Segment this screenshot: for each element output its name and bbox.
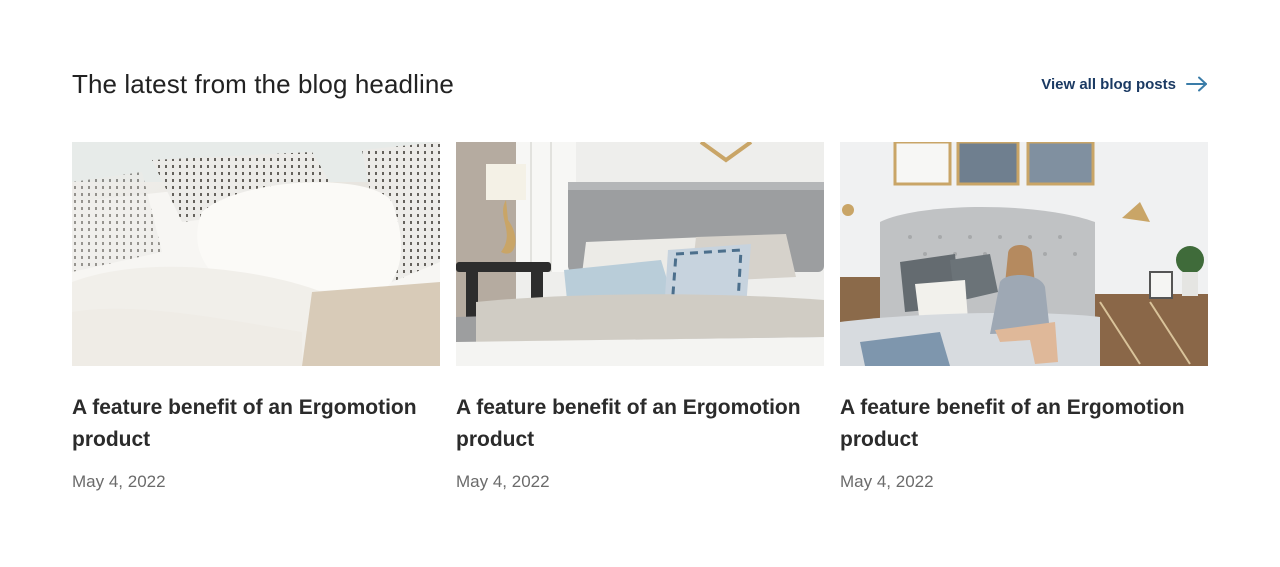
blog-card-image[interactable]	[72, 142, 440, 366]
blog-card-title[interactable]: A feature benefit of an Ergomotion produ…	[72, 392, 440, 456]
section-headline: The latest from the blog headline	[72, 68, 454, 99]
blog-card[interactable]: A feature benefit of an Ergomotion produ…	[456, 142, 824, 492]
arrow-right-icon	[1186, 76, 1207, 92]
blog-card-list: A feature benefit of an Ergomotion produ…	[72, 142, 1208, 492]
blog-card-date: May 4, 2022	[72, 472, 166, 491]
blog-card[interactable]: A feature benefit of an Ergomotion produ…	[72, 142, 440, 492]
view-all-blog-posts-link[interactable]: View all blog posts	[1041, 76, 1208, 93]
blog-card-date: May 4, 2022	[456, 472, 550, 491]
blog-card-image[interactable]	[456, 142, 824, 366]
blog-card-date: May 4, 2022	[840, 472, 934, 491]
blog-card-image[interactable]	[840, 142, 1208, 366]
section-header: The latest from the blog headline View a…	[72, 62, 1208, 106]
view-all-label: View all blog posts	[1041, 75, 1176, 93]
blog-section: The latest from the blog headline View a…	[0, 0, 1280, 567]
blog-card-title[interactable]: A feature benefit of an Ergomotion produ…	[456, 392, 824, 456]
blog-card[interactable]: A feature benefit of an Ergomotion produ…	[840, 142, 1208, 492]
blog-card-title[interactable]: A feature benefit of an Ergomotion produ…	[840, 392, 1208, 456]
